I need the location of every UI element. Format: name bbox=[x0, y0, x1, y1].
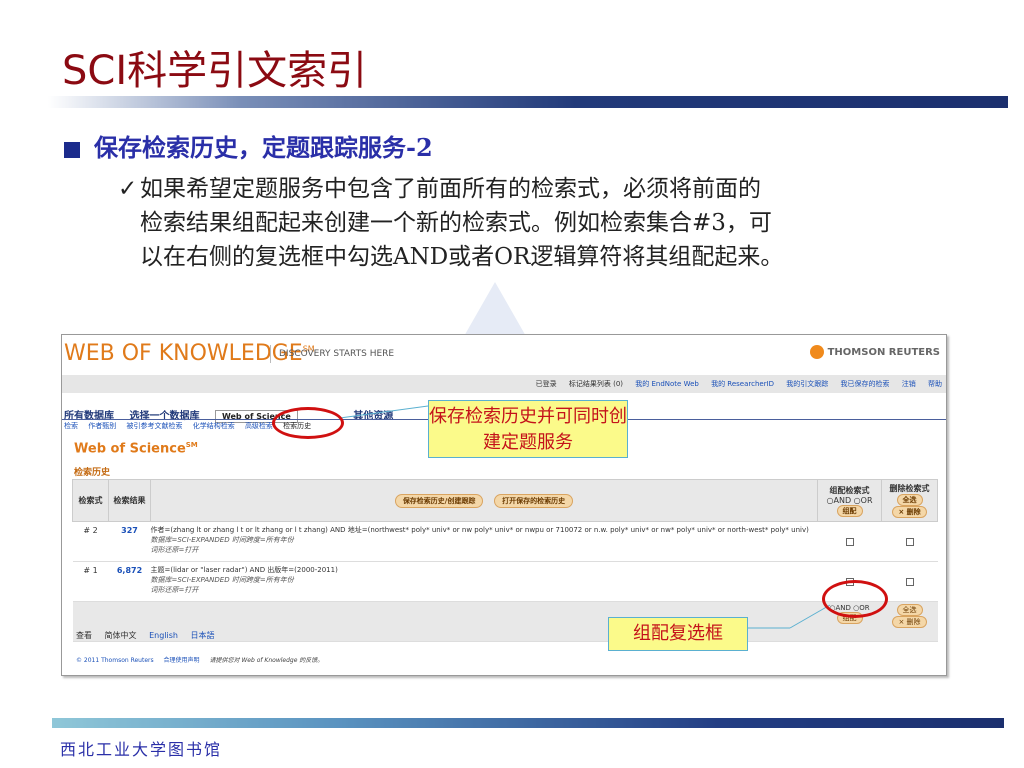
footer-divider bbox=[52, 718, 1004, 728]
footer-library: 西北工业大学图书馆 bbox=[60, 740, 223, 759]
callout-combine-box: 组配复选框 bbox=[608, 617, 748, 651]
callout-lines bbox=[339, 405, 831, 629]
callout-save-history: 保存检索历史并可同时创建定题服务 bbox=[428, 400, 628, 458]
highlight-combine-box bbox=[822, 580, 888, 618]
highlight-history-tab bbox=[272, 407, 344, 439]
